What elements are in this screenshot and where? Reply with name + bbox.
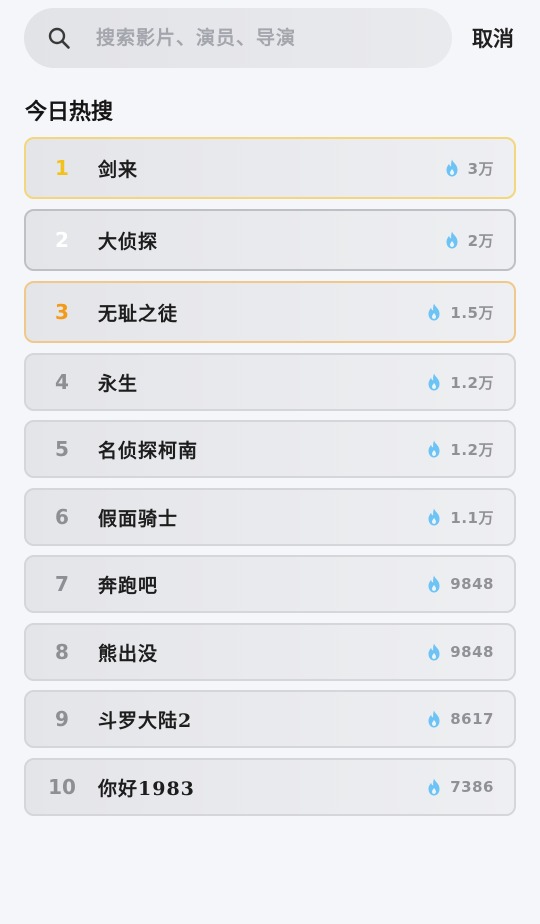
item-title: 熊出没	[98, 642, 159, 665]
item-title: 大侦探	[98, 230, 159, 253]
flame-icon	[428, 643, 440, 661]
item-title: 名侦探柯南	[98, 439, 199, 462]
heat-value: 8617	[450, 710, 494, 728]
item-title: 无耻之徒	[98, 302, 179, 325]
heat-count: 1.2万	[426, 372, 494, 393]
hot-item[interactable]: 10 你好1983 7386	[24, 758, 516, 816]
heat-value: 3万	[467, 159, 494, 178]
rank-number: 10	[48, 775, 76, 799]
flame-icon	[428, 575, 440, 593]
search-input[interactable]	[96, 18, 426, 58]
heat-count: 9848	[426, 643, 494, 661]
rank-number: 2	[55, 228, 69, 252]
rank-number: 1	[55, 156, 69, 180]
item-title: 永生	[98, 372, 139, 395]
rank-number: 5	[55, 437, 69, 461]
flame-icon	[446, 231, 458, 249]
item-title: 斗罗大陆2	[98, 709, 193, 732]
heat-value: 1.2万	[450, 373, 494, 392]
hot-item[interactable]: 1 剑来 3万	[24, 137, 516, 199]
flame-icon	[428, 778, 440, 796]
flame-icon	[428, 508, 440, 526]
section-title: 今日热搜	[25, 99, 114, 125]
hot-item[interactable]: 4 永生 1.2万	[24, 353, 516, 411]
heat-value: 1.5万	[450, 303, 494, 322]
heat-count: 3万	[444, 158, 494, 179]
rank-number: 6	[55, 505, 69, 529]
hot-item[interactable]: 9 斗罗大陆2 8617	[24, 690, 516, 748]
item-title: 剑来	[98, 158, 139, 181]
heat-count: 2万	[444, 230, 494, 251]
rank-number: 8	[55, 640, 69, 664]
flame-icon	[428, 373, 440, 391]
rank-number: 9	[55, 707, 69, 731]
heat-value: 2万	[467, 231, 494, 250]
flame-icon	[428, 440, 440, 458]
hot-item[interactable]: 5 名侦探柯南 1.2万	[24, 420, 516, 478]
flame-icon	[446, 159, 458, 177]
hot-item[interactable]: 3 无耻之徒 1.5万	[24, 281, 516, 343]
flame-icon	[428, 710, 440, 728]
heat-count: 1.2万	[426, 439, 494, 460]
heat-value: 1.2万	[450, 440, 494, 459]
item-title: 奔跑吧	[98, 574, 159, 597]
heat-count: 9848	[426, 575, 494, 593]
heat-count: 1.1万	[426, 507, 494, 528]
hot-item[interactable]: 7 奔跑吧 9848	[24, 555, 516, 613]
heat-count: 1.5万	[426, 302, 494, 323]
hot-item[interactable]: 6 假面骑士 1.1万	[24, 488, 516, 546]
heat-value: 9848	[450, 643, 494, 661]
heat-value: 1.1万	[450, 508, 494, 527]
heat-value: 9848	[450, 575, 494, 593]
search-icon	[46, 25, 72, 51]
item-title: 假面骑士	[98, 507, 179, 530]
flame-icon	[428, 303, 440, 321]
search-box[interactable]	[24, 8, 452, 68]
rank-number: 4	[55, 370, 69, 394]
rank-number: 7	[55, 572, 69, 596]
rank-number: 3	[55, 300, 69, 324]
cancel-button[interactable]: 取消	[472, 23, 514, 53]
heat-count: 8617	[426, 710, 494, 728]
heat-count: 7386	[426, 778, 494, 796]
heat-value: 7386	[450, 778, 494, 796]
item-title: 你好1983	[98, 777, 195, 800]
hot-item[interactable]: 8 熊出没 9848	[24, 623, 516, 681]
search-bar: 取消	[24, 8, 516, 68]
hot-item[interactable]: 2 大侦探 2万	[24, 209, 516, 271]
